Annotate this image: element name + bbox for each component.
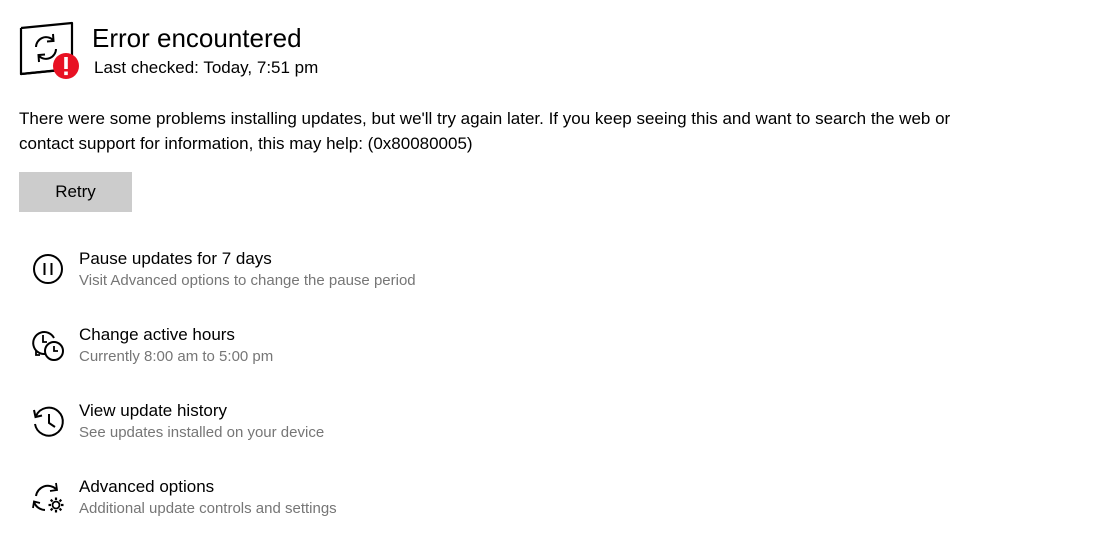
option-description: See updates installed on your device — [79, 424, 325, 441]
option-label: Change active hours — [79, 325, 235, 344]
option-description: Currently 8:00 am to 5:00 pm — [79, 348, 274, 365]
retry-button[interactable]: Retry — [19, 172, 132, 212]
active-hours-option[interactable]: Change active hours Currently 8:00 am to… — [30, 324, 530, 384]
pause-updates-option[interactable]: Pause updates for 7 days Visit Advanced … — [30, 248, 530, 308]
option-description: Visit Advanced options to change the pau… — [79, 272, 416, 289]
advanced-options-icon — [30, 480, 66, 516]
error-message: There were some problems installing upda… — [19, 109, 951, 153]
history-icon — [30, 404, 66, 440]
status-title: Error encountered — [92, 23, 302, 53]
pause-icon — [30, 252, 66, 288]
option-label: Pause updates for 7 days — [79, 249, 272, 268]
update-error-icon — [18, 20, 80, 80]
option-label: View update history — [79, 401, 228, 420]
option-description: Additional update controls and settings — [79, 500, 337, 517]
update-history-option[interactable]: View update history See updates installe… — [30, 400, 530, 460]
active-hours-icon — [30, 328, 66, 364]
option-label: Advanced options — [79, 477, 215, 496]
advanced-options-option[interactable]: Advanced options Additional update contr… — [30, 476, 530, 536]
last-checked-text: Last checked: Today, 7:51 pm — [94, 58, 319, 77]
